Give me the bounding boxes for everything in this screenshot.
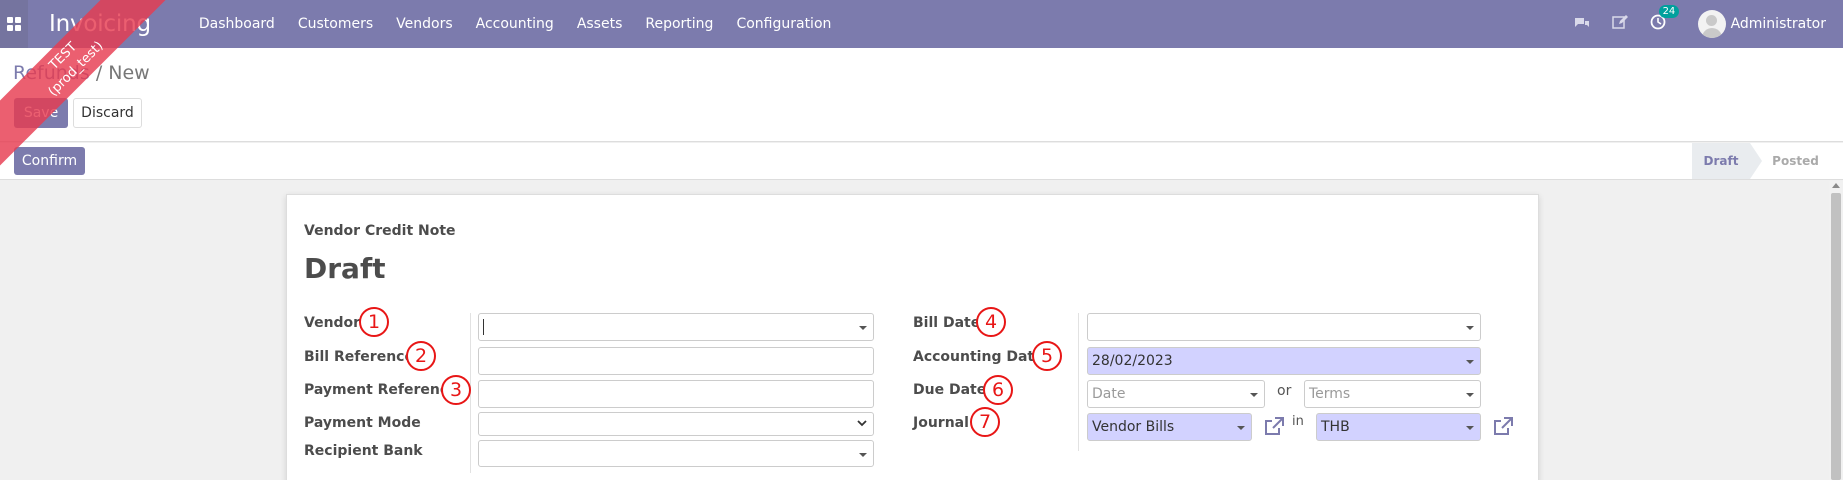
right-group-divider [1078,313,1079,451]
control-panel: Refunds / New Save Discard [0,48,1843,142]
scroll-up-arrow-icon[interactable] [1832,183,1840,188]
external-link-icon[interactable] [1263,416,1285,438]
payment-mode-label: Payment Mode [304,415,421,431]
chevron-down-icon [857,416,867,430]
annotation-7: 7 [970,407,1000,437]
chat-icon[interactable] [1574,15,1590,34]
payment-reference-input[interactable] [478,380,874,408]
top-navbar: Invoicing Dashboard Customers Vendors Ac… [0,0,1843,48]
user-menu[interactable]: Administrator [1731,16,1826,32]
menu-item-assets[interactable]: Assets [577,16,623,32]
annotation-2: 2 [406,341,436,371]
accounting-date-input[interactable]: 28/02/2023 [1087,347,1481,375]
user-avatar[interactable] [1697,10,1726,38]
page-scrollbar[interactable] [1829,181,1843,480]
accounting-date-label: Accounting Date [913,349,1044,365]
clock-activity-icon[interactable]: 24 [1650,5,1680,34]
external-link-icon[interactable] [1492,416,1514,438]
dropdown-caret-icon [1250,393,1258,397]
bill-reference-input[interactable] [478,347,874,375]
vendor-input[interactable] [478,313,874,341]
payment-mode-select[interactable] [478,412,874,436]
menu-item-reporting[interactable]: Reporting [645,16,713,32]
in-text: in [1292,414,1304,429]
or-text: or [1277,383,1292,399]
menu-item-accounting[interactable]: Accounting [476,16,554,32]
menu-item-configuration[interactable]: Configuration [736,16,831,32]
accounting-date-value: 28/02/2023 [1092,353,1173,369]
annotation-1: 1 [359,307,389,337]
journal-label: Journal [913,415,969,431]
terms-placeholder: Terms [1309,386,1351,402]
vendor-label: Vendor [304,315,361,331]
menu-item-vendors[interactable]: Vendors [396,16,452,32]
currency-value: THB [1321,419,1350,435]
text-cursor [483,319,484,335]
edit-activity-icon[interactable] [1611,14,1628,34]
menu-item-dashboard[interactable]: Dashboard [199,16,275,32]
main-menu: Dashboard Customers Vendors Accounting A… [199,16,855,32]
recipient-bank-label: Recipient Bank [304,443,423,459]
discard-button[interactable]: Discard [73,98,142,128]
stage-posted[interactable]: Posted [1768,143,1823,179]
confirm-button[interactable]: Confirm [14,147,85,175]
payment-terms-input[interactable]: Terms [1304,380,1481,408]
annotation-3: 3 [441,375,471,405]
dropdown-caret-icon [1466,393,1474,397]
dropdown-caret-icon [1466,326,1474,330]
dropdown-caret-icon [859,453,867,457]
dropdown-caret-icon [1237,426,1245,430]
document-type-label: Vendor Credit Note [304,223,456,239]
apps-menu-button[interactable] [0,0,28,48]
annotation-6: 6 [983,375,1013,405]
bill-date-label: Bill Date [913,315,981,331]
dropdown-caret-icon [859,326,867,330]
recipient-bank-input[interactable] [478,440,874,467]
dropdown-caret-icon [1466,360,1474,364]
navbar-systray: 24 Administrator [1552,0,1826,48]
dropdown-caret-icon [1466,426,1474,430]
record-title: Draft [304,252,386,285]
menu-item-customers[interactable]: Customers [298,16,373,32]
apps-grid-icon [7,17,21,31]
bill-date-input[interactable] [1087,313,1481,341]
scrollbar-thumb[interactable] [1831,193,1841,480]
due-date-label: Due Date [913,382,987,398]
journal-input[interactable]: Vendor Bills [1087,413,1252,441]
form-sheet: Vendor Credit Note Draft Vendor Bill Ref… [286,194,1539,480]
due-date-placeholder: Date [1092,386,1126,402]
status-bar: Confirm Draft Posted [0,143,1843,180]
annotation-4: 4 [976,307,1006,337]
due-date-input[interactable]: Date [1087,380,1265,408]
breadcrumb-current: New [108,62,150,84]
journal-value: Vendor Bills [1092,419,1175,435]
payment-reference-label: Payment Reference [304,382,458,398]
notification-badge: 24 [1658,5,1680,18]
bill-reference-label: Bill Reference [304,349,414,365]
currency-input[interactable]: THB [1316,413,1481,441]
stage-draft[interactable]: Draft [1692,143,1762,179]
annotation-5: 5 [1032,341,1062,371]
